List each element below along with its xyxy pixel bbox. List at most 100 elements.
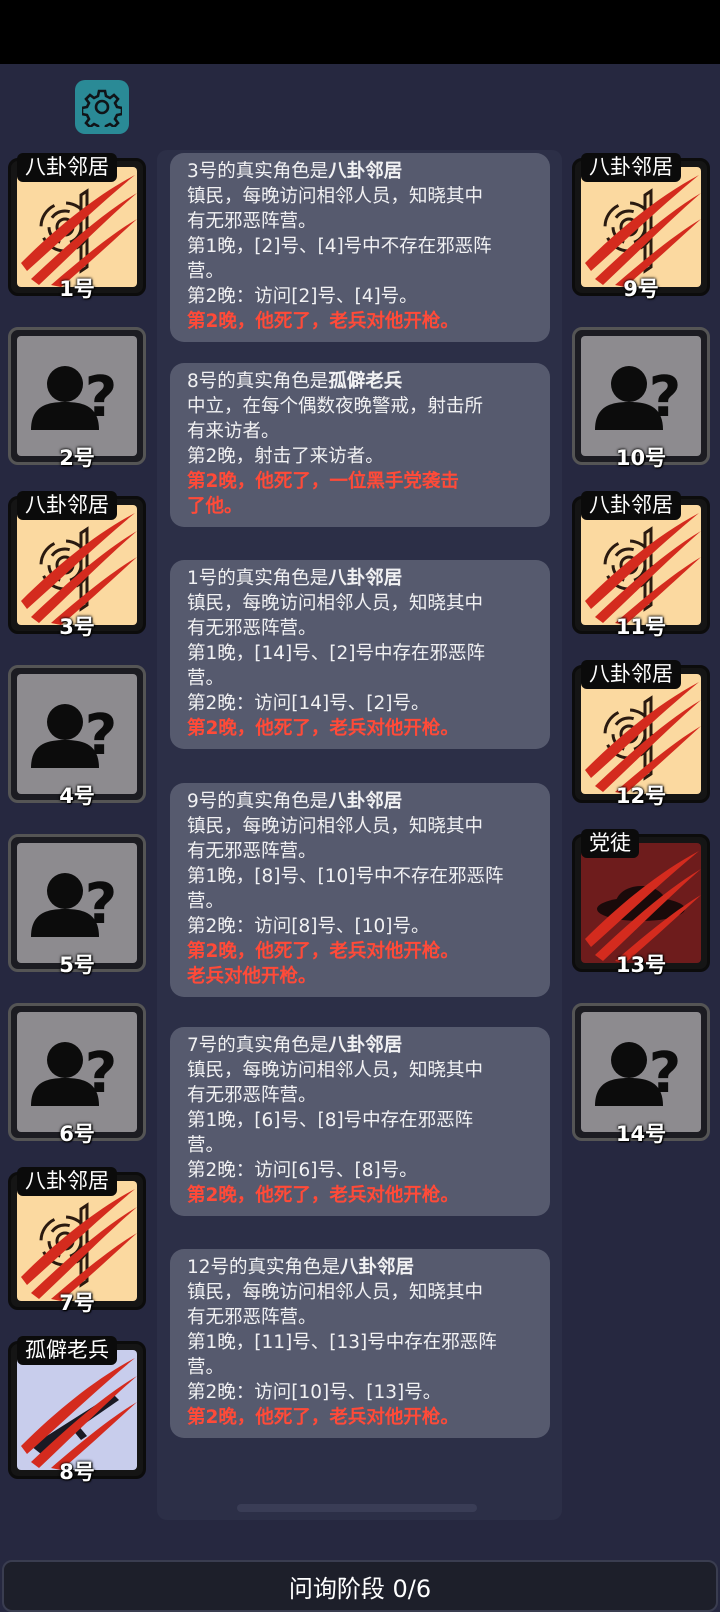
reveal-detail-line: 第1晚，[6]号、[8]号中存在邪恶阵: [187, 1110, 474, 1131]
player-number: 1号: [59, 277, 95, 301]
reveal-detail-line: 第1晚，[2]号、[4]号中不存在邪恶阵: [187, 236, 492, 257]
player-number: 8号: [59, 1460, 95, 1484]
player-portrait: [581, 674, 701, 794]
unknown-person-icon: ?: [31, 703, 117, 768]
reveal-detail-line: 有来访者。: [187, 421, 280, 442]
reveal-detail-line: 镇民，每晚访问相邻人员，知晓其中: [187, 816, 484, 837]
player-number: 6号: [59, 1122, 95, 1146]
player-number: 5号: [59, 953, 95, 977]
gear-icon: [82, 89, 122, 127]
player-portrait: ?: [17, 336, 137, 456]
player-seat[interactable]: 八卦邻居 1号: [8, 153, 146, 301]
reveal-card: 1号的真实角色是八卦邻居 镇民，每晚访问相邻人员，知晓其中 有无邪恶阵营。 第1晚，[…: [170, 560, 550, 749]
revealed-role: 八卦邻居: [328, 1035, 403, 1056]
phase-bar: 问询阶段 0/6: [2, 1560, 718, 1612]
claw-slash-marks: [21, 513, 137, 625]
revealed-role: 八卦邻居: [328, 791, 403, 812]
role-tag: 八卦邻居: [17, 491, 117, 520]
player-portrait: ?: [17, 843, 137, 963]
player-number: 11号: [615, 615, 667, 639]
player-number: 13号: [615, 953, 667, 977]
player-seat[interactable]: 党徒 13号: [572, 829, 710, 977]
reveal-card: 9号的真实角色是八卦邻居镇民，每晚访问相邻人员，知晓其中 有无邪恶阵营。第1晚，[…: [170, 783, 550, 997]
player-number: 10号: [615, 446, 667, 470]
player-portrait: [581, 167, 701, 287]
unknown-person-icon: ?: [595, 365, 681, 430]
unknown-person-icon: ?: [595, 1041, 681, 1106]
revealed-role: 八卦邻居: [340, 1257, 415, 1278]
reveal-detail-line: 第1晚，[14]号、[2]号中存在邪恶阵: [187, 643, 485, 664]
role-tag: 八卦邻居: [581, 660, 681, 689]
player-number: 7号: [59, 1291, 95, 1315]
reveal-detail-line: 第2晚，射击了来访者。: [187, 446, 384, 467]
player-number: 9号: [623, 277, 659, 301]
role-tag: 八卦邻居: [581, 153, 681, 182]
reveal-card: 8号的真实角色是孤僻老兵 中立，在每个偶数夜晚警戒，射击所 有来访者。 第2晚，射击了…: [170, 363, 550, 527]
claw-slash-marks: [21, 175, 137, 287]
role-tag: 孤僻老兵: [17, 1336, 117, 1365]
player-seat[interactable]: 八卦邻居 12号: [572, 660, 710, 808]
player-number: 3号: [59, 615, 95, 639]
reveal-detail-line: 有无邪恶阵营。: [187, 618, 317, 639]
player-portrait: [581, 505, 701, 625]
player-number: 14号: [615, 1122, 667, 1146]
role-tag: 党徒: [581, 829, 639, 858]
player-seat[interactable]: ? 4号: [8, 665, 146, 808]
death-note: 第2晚，他死了，老兵对他开枪。: [187, 311, 459, 332]
settings-button[interactable]: [75, 80, 129, 134]
unknown-person-icon: ?: [31, 872, 117, 937]
reveal-detail-line: 镇民，每晚访问相邻人员，知晓其中: [187, 1060, 484, 1081]
player-seat[interactable]: 八卦邻居 9号: [572, 153, 710, 301]
player-seat[interactable]: ? 6号: [8, 1003, 146, 1146]
reveal-detail-line: 镇民，每晚访问相邻人员，知晓其中: [187, 1282, 484, 1303]
player-seat[interactable]: ? 5号: [8, 834, 146, 977]
reveal-detail-line: 第2晚：访问[14]号、[2]号。: [187, 693, 430, 714]
death-note: 第2晚，他死了，老兵对他开枪。: [187, 1185, 459, 1206]
reveal-detail-line: 有无邪恶阵营。: [187, 1307, 317, 1328]
reveal-detail-line: 营。: [187, 668, 225, 689]
player-seat[interactable]: ? 10号: [572, 327, 710, 470]
player-seat[interactable]: 八卦邻居 11号: [572, 491, 710, 639]
player-portrait: ?: [581, 1012, 701, 1132]
reveal-title: 9号的真实角色是八卦邻居: [187, 791, 403, 812]
scroll-indicator[interactable]: [237, 1504, 477, 1512]
reveal-detail-line: 有无邪恶阵营。: [187, 841, 317, 862]
player-seat[interactable]: ? 14号: [572, 1003, 710, 1146]
death-note: 第2晚，他死了，老兵对他开枪。: [187, 941, 459, 962]
reveal-detail-line: 第2晚：访问[10]号、[13]号。: [187, 1382, 442, 1403]
player-portrait: [581, 843, 701, 963]
player-seat[interactable]: 八卦邻居 7号: [8, 1167, 146, 1315]
reveal-title: 3号的真实角色是八卦邻居: [187, 161, 403, 182]
svg-text:?: ?: [85, 872, 117, 937]
player-portrait: ?: [17, 1012, 137, 1132]
death-note: 第2晚，他死了，老兵对他开枪。: [187, 718, 459, 739]
reveal-detail-line: 中立，在每个偶数夜晚警戒，射击所: [187, 396, 484, 417]
svg-text:?: ?: [649, 365, 681, 430]
role-tag: 八卦邻居: [581, 491, 681, 520]
revealed-role: 八卦邻居: [328, 161, 403, 182]
player-seat[interactable]: 孤僻老兵 8号: [8, 1336, 146, 1484]
death-note: 第2晚，他死了，一位黑手党袭击: [187, 471, 459, 492]
player-portrait: ?: [17, 674, 137, 794]
reveal-log-panel[interactable]: 3号的真实角色是八卦邻居 镇民，每晚访问相邻人员，知晓其中 有无邪恶阵营。 第1晚，[…: [157, 150, 562, 1520]
player-portrait: [17, 1350, 137, 1470]
player-portrait: ?: [581, 336, 701, 456]
player-seat[interactable]: 八卦邻居 3号: [8, 491, 146, 639]
claw-slash-marks: [585, 175, 701, 287]
claw-slash-marks: [21, 1358, 137, 1470]
reveal-detail-line: 第1晚，[8]号、[10]号中不存在邪恶阵: [187, 866, 504, 887]
player-number: 4号: [59, 784, 95, 808]
claw-slash-marks: [585, 851, 701, 963]
reveal-detail-line: 营。: [187, 1135, 225, 1156]
reveal-detail-line: 营。: [187, 1357, 225, 1378]
reveal-detail-line: 有无邪恶阵营。: [187, 211, 317, 232]
player-seat[interactable]: ? 2号: [8, 327, 146, 470]
player-portrait: [17, 167, 137, 287]
svg-text:?: ?: [649, 1041, 681, 1106]
svg-text:?: ?: [85, 703, 117, 768]
role-tag: 八卦邻居: [17, 153, 117, 182]
system-status-bar: [0, 0, 720, 64]
death-note: 第2晚，他死了，老兵对他开枪。: [187, 1407, 459, 1428]
reveal-detail-line: 第1晚，[11]号、[13]号中存在邪恶阵: [187, 1332, 497, 1353]
reveal-title: 1号的真实角色是八卦邻居: [187, 568, 403, 589]
